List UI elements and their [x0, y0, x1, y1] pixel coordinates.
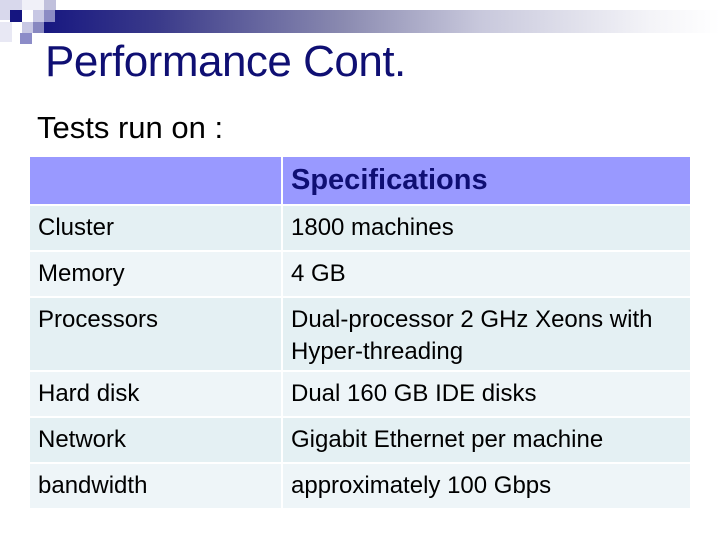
row-value: approximately 100 Gbps [283, 464, 690, 508]
table-row: Hard disk Dual 160 GB IDE disks [30, 372, 690, 416]
row-label: Memory [30, 252, 281, 296]
row-label: Processors [30, 298, 281, 370]
table-header-row: Specifications [30, 157, 690, 204]
row-value: 1800 machines [283, 206, 690, 250]
header-cell-label [30, 157, 281, 204]
row-value: Gigabit Ethernet per machine [283, 418, 690, 462]
header-cell-specifications: Specifications [283, 157, 690, 204]
slide-subtitle: Tests run on : [37, 110, 224, 145]
row-label: Cluster [30, 206, 281, 250]
table-row: Processors Dual-processor 2 GHz Xeons wi… [30, 298, 690, 370]
row-label: Hard disk [30, 372, 281, 416]
row-label: Network [30, 418, 281, 462]
title-gradient-bar [34, 10, 720, 33]
table-row: Network Gigabit Ethernet per machine [30, 418, 690, 462]
row-value: 4 GB [283, 252, 690, 296]
row-label: bandwidth [30, 464, 281, 508]
slide-title: Performance Cont. [45, 37, 406, 86]
specifications-table: Specifications Cluster 1800 machines Mem… [30, 157, 690, 508]
row-value: Dual-processor 2 GHz Xeons with Hyper-th… [283, 298, 690, 370]
row-value: Dual 160 GB IDE disks [283, 372, 690, 416]
table-row: Memory 4 GB [30, 252, 690, 296]
table-row: bandwidth approximately 100 Gbps [30, 464, 690, 508]
table-row: Cluster 1800 machines [30, 206, 690, 250]
